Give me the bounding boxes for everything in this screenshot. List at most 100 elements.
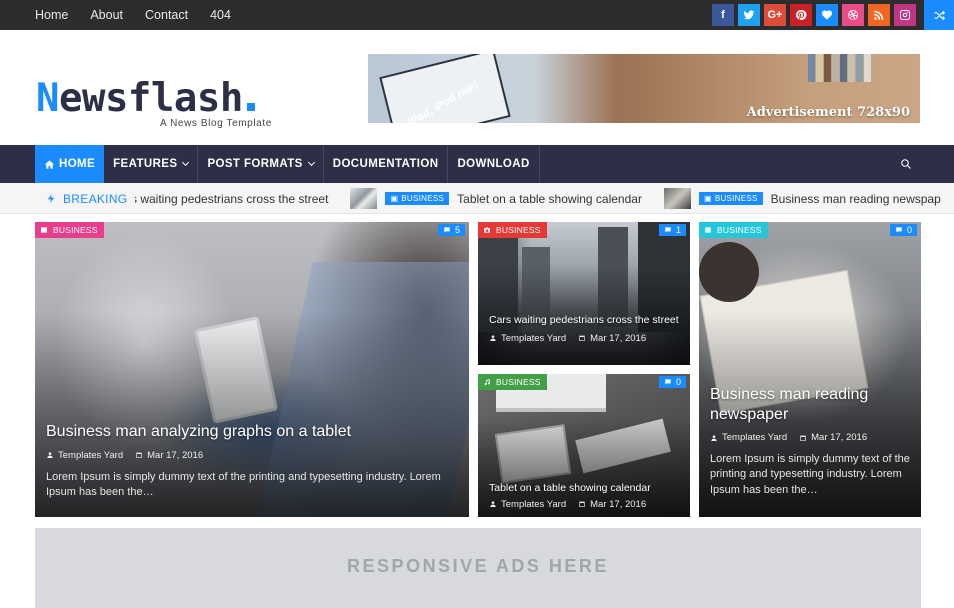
post-text: Cars waiting pedestrians cross the stree… xyxy=(489,313,679,344)
featured-post-small[interactable]: BUSINESS 0 Tablet on a table showing cal… xyxy=(478,374,690,517)
post-date: Mar 17, 2016 xyxy=(811,432,868,444)
nav-post-formats-label: POST FORMATS xyxy=(207,158,303,170)
facebook-icon[interactable]: f xyxy=(712,4,734,26)
category-label: BUSINESS xyxy=(53,225,98,235)
nav-download[interactable]: DOWNLOAD xyxy=(448,145,540,183)
category-badge[interactable]: BUSINESS xyxy=(699,222,768,238)
post-date: Mar 17, 2016 xyxy=(147,449,204,461)
breaking-label-text: BREAKING xyxy=(63,191,128,206)
rss-icon[interactable] xyxy=(868,4,890,26)
post-title[interactable]: Tablet on a table showing calendar xyxy=(489,481,679,496)
chevron-down-icon xyxy=(182,158,190,166)
ticker-badge: ▣ BUSINESS xyxy=(385,192,450,205)
image-icon xyxy=(41,227,47,233)
logo-dot xyxy=(246,103,255,111)
comment-count-value: 5 xyxy=(454,225,460,235)
ad-ipad-image xyxy=(379,54,511,123)
google-plus-icon[interactable]: G+ xyxy=(764,4,786,26)
calendar-icon xyxy=(136,452,142,459)
topnav-contact-link[interactable]: Contact xyxy=(145,8,188,22)
ticker-thumbnail xyxy=(663,188,691,209)
ticker-item[interactable]: s waiting pedestrians cross the street xyxy=(131,192,328,206)
music-icon xyxy=(484,379,491,386)
ticker-badge: ▣ BUSINESS xyxy=(698,192,763,205)
post-author[interactable]: Templates Yard xyxy=(501,499,566,510)
ticker-item-title: Tablet on a table showing calendar xyxy=(457,191,642,206)
comment-count-value: 0 xyxy=(906,225,912,235)
shuffle-icon[interactable] xyxy=(924,0,954,30)
comment-count[interactable]: 0 xyxy=(889,224,917,236)
post-meta: Templates Yard Mar 17, 2016 xyxy=(710,432,910,443)
user-icon xyxy=(711,434,717,441)
camera-icon xyxy=(484,227,490,233)
logo-first-letter: N xyxy=(36,76,59,121)
header-ad-banner[interactable]: iPad, iPod mini Advertisement 728x90 xyxy=(368,54,920,123)
breaking-news-ticker: BREAKING s waiting pedestrians cross the… xyxy=(0,183,954,214)
pinterest-icon[interactable] xyxy=(790,4,812,26)
comment-icon xyxy=(896,227,902,233)
briefcase-icon: ▣ xyxy=(390,194,399,203)
ticker-badge-label: BUSINESS xyxy=(714,194,758,203)
topnav-about-link[interactable]: About xyxy=(90,8,123,22)
social-links: f G+ xyxy=(708,0,954,30)
post-meta: Templates Yard Mar 17, 2016 xyxy=(489,333,679,344)
site-logo[interactable]: Newsflash A News Blog Template xyxy=(36,76,271,129)
quote-icon xyxy=(705,227,711,233)
ticker-item[interactable]: ▣ BUSINESS Business man reading newspap xyxy=(663,188,941,209)
responsive-ads-slot[interactable]: RESPONSIVE ADS HERE xyxy=(35,528,921,608)
featured-posts-grid: BUSINESS 5 Business man analyzing graphs… xyxy=(35,222,921,517)
post-author[interactable]: Templates Yard xyxy=(58,450,123,461)
post-text: Business man reading newspaper Templates… xyxy=(710,385,910,498)
top-bar: Home About Contact 404 f G+ xyxy=(0,0,954,30)
search-icon[interactable] xyxy=(900,157,912,175)
featured-post-small[interactable]: BUSINESS 1 Cars waiting pedestrians cros… xyxy=(478,222,690,365)
site-tagline: A News Blog Template xyxy=(160,118,272,129)
comment-count-value: 1 xyxy=(675,225,681,235)
calendar-icon xyxy=(800,435,806,441)
nav-documentation[interactable]: DOCUMENTATION xyxy=(324,145,449,183)
calendar-icon xyxy=(579,501,585,508)
calendar-icon xyxy=(579,335,585,342)
category-label: BUSINESS xyxy=(496,225,541,235)
ticker-item[interactable]: ▣ BUSINESS Tablet on a table showing cale… xyxy=(350,188,642,209)
comment-icon xyxy=(665,379,671,385)
comment-count[interactable]: 1 xyxy=(658,224,686,236)
nav-features[interactable]: FEATURES xyxy=(104,145,199,183)
category-label: BUSINESS xyxy=(496,377,541,387)
featured-post-large[interactable]: BUSINESS 5 Business man analyzing graphs… xyxy=(35,222,469,517)
featured-post-medium[interactable]: BUSINESS 0 Business man reading newspape… xyxy=(699,222,921,517)
topnav-404-link[interactable]: 404 xyxy=(210,8,231,22)
post-date: Mar 17, 2016 xyxy=(590,498,647,510)
category-badge[interactable]: BUSINESS xyxy=(35,222,104,238)
ticker-item-title: Business man reading newspap xyxy=(770,191,941,206)
post-meta: Templates Yard Mar 17, 2016 xyxy=(489,499,679,510)
nav-documentation-label: DOCUMENTATION xyxy=(332,158,439,170)
topnav-home-link[interactable]: Home xyxy=(35,8,68,22)
chevron-down-icon xyxy=(307,158,315,166)
heart-icon[interactable] xyxy=(816,4,838,26)
post-text: Business man analyzing graphs on a table… xyxy=(46,422,458,500)
category-badge[interactable]: BUSINESS xyxy=(478,222,547,238)
bolt-icon xyxy=(47,193,55,204)
post-author[interactable]: Templates Yard xyxy=(501,333,566,344)
instagram-icon[interactable] xyxy=(894,4,916,26)
post-date: Mar 17, 2016 xyxy=(590,332,647,344)
nav-home[interactable]: HOME xyxy=(35,145,105,183)
comment-count[interactable]: 5 xyxy=(437,224,465,236)
dribbble-icon[interactable] xyxy=(842,4,864,26)
logo-rest: ewsflash xyxy=(58,76,243,121)
home-icon xyxy=(44,159,55,169)
comment-count[interactable]: 0 xyxy=(658,376,686,388)
category-badge[interactable]: BUSINESS xyxy=(478,374,547,390)
nav-post-formats[interactable]: POST FORMATS xyxy=(198,145,324,183)
comment-icon xyxy=(444,227,450,233)
post-title[interactable]: Business man analyzing graphs on a table… xyxy=(46,422,458,442)
post-title[interactable]: Business man reading newspaper xyxy=(710,385,910,424)
twitter-icon[interactable] xyxy=(738,4,760,26)
ticker-track: s waiting pedestrians cross the street ▣… xyxy=(131,183,954,213)
ticker-badge-label: BUSINESS xyxy=(401,194,445,203)
post-excerpt: Lorem Ipsum is simply dummy text of the … xyxy=(46,470,441,498)
post-author[interactable]: Templates Yard xyxy=(722,432,787,443)
post-meta: Templates Yard Mar 17, 2016 xyxy=(46,450,458,461)
post-title[interactable]: Cars waiting pedestrians cross the stree… xyxy=(489,313,679,328)
